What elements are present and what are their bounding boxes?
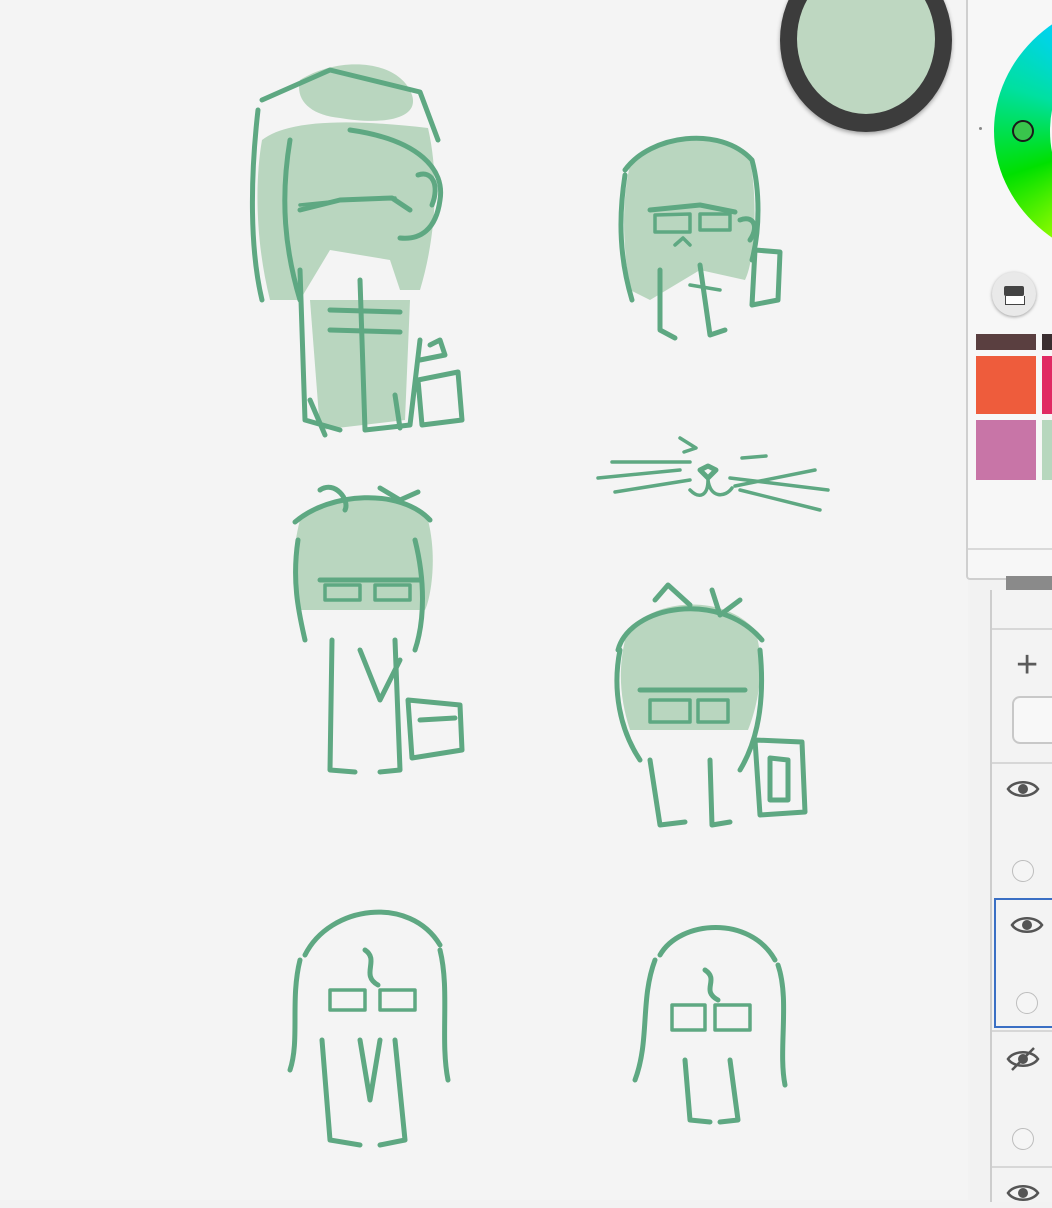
add-layer-button[interactable]: + (1016, 646, 1038, 684)
sketch-figure-2 (618, 135, 783, 341)
layer-row[interactable] (992, 762, 1052, 898)
layer-row-hidden[interactable] (992, 1030, 1052, 1166)
layers-divider (992, 628, 1052, 630)
color-swatch-dark[interactable] (1042, 334, 1052, 350)
layers-panel-handle[interactable] (1006, 576, 1052, 590)
color-swatch-magenta[interactable] (1042, 356, 1052, 414)
layer-name-field[interactable] (1012, 696, 1052, 744)
color-swatch-pale-green[interactable] (1042, 420, 1052, 480)
color-swatch-dark-brown[interactable] (976, 334, 1036, 350)
eye-icon[interactable] (1006, 1182, 1040, 1204)
layers-panel: + (990, 590, 1052, 1202)
drawing-canvas[interactable] (0, 0, 968, 1200)
layer-radio[interactable] (1012, 1128, 1034, 1150)
color-swatch-pink[interactable] (976, 420, 1036, 480)
layer-radio[interactable] (1012, 860, 1034, 882)
color-swatch-orange[interactable] (976, 356, 1036, 414)
sketch-figure-5 (287, 909, 451, 1148)
eye-icon[interactable] (1006, 778, 1040, 800)
eye-icon[interactable] (1010, 914, 1044, 936)
copy-color-icon[interactable] (992, 272, 1036, 316)
layer-row[interactable] (992, 1166, 1052, 1208)
sketch-figure-4 (614, 582, 808, 828)
layer-radio[interactable] (1016, 992, 1038, 1014)
sketch-figure-3 (292, 485, 465, 775)
sketch-drawing (249, 64, 830, 1148)
color-panel (966, 0, 1052, 580)
sketch-figure-6 (632, 925, 788, 1125)
sketch-cat-face (596, 436, 830, 512)
eye-hidden-icon[interactable] (1006, 1046, 1040, 1072)
color-wheel-cursor[interactable] (1012, 120, 1034, 142)
layer-row-selected[interactable] (994, 898, 1052, 1028)
panel-divider (968, 548, 1052, 550)
wheel-indicator-dot (979, 127, 982, 130)
sketch-figure-1 (249, 64, 465, 438)
